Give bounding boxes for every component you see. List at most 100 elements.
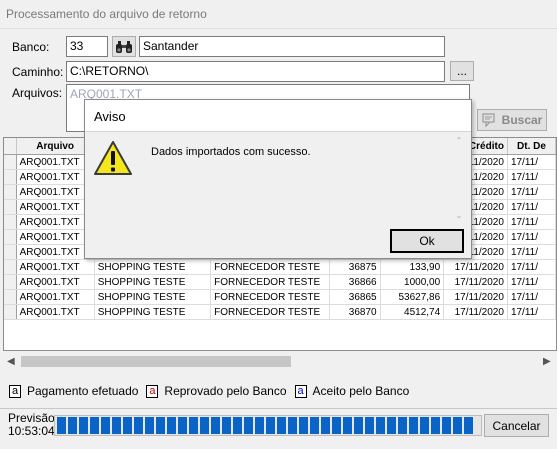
table-cell: FORNECEDOR TESTE [210, 304, 331, 320]
table-cell: 17/11/ [507, 259, 556, 275]
progress-segment [288, 417, 297, 434]
table-cell: FORNECEDOR TESTE [210, 289, 331, 305]
previsao-block: Previsão 10:53:04 [8, 412, 55, 438]
dialog-scroll-down-icon[interactable]: ⌄ [452, 211, 466, 220]
row-indicator[interactable] [4, 184, 17, 200]
progress-segment [233, 417, 242, 434]
dialog-body: Dados importados com sucesso. ⌃ ⌄ [85, 132, 471, 222]
cancel-button[interactable]: Cancelar [484, 414, 549, 437]
table-row[interactable]: ARQ001.TXT SHOPPING TESTE FORNECEDOR TESTE… [4, 304, 556, 320]
progress-segment [442, 417, 451, 434]
row-indicator[interactable] [4, 229, 17, 245]
table-cell: SHOPPING TESTE [94, 304, 212, 320]
progress-segment [101, 417, 110, 434]
progress-segment [299, 417, 308, 434]
legend-list: a Pagamento efetuado a Reprovado pelo Banco… [3, 384, 409, 398]
table-cell: ARQ001.TXT [16, 169, 95, 185]
progress-segment [79, 417, 88, 434]
table-cell: 17/11/ [507, 154, 556, 170]
table-cell: 133,90 [380, 259, 445, 275]
grid-header-dt-de[interactable]: Dt. De [507, 138, 556, 155]
table-cell: 17/11/ [507, 244, 556, 260]
progress-segment [376, 417, 385, 434]
table-cell: 1000,00 [380, 274, 445, 290]
table-row[interactable]: ARQ001.TXT SHOPPING TESTE FORNECEDOR TESTE… [4, 274, 556, 290]
ok-button[interactable]: Ok [390, 229, 464, 253]
progress-segment [321, 417, 330, 434]
progress-segment [178, 417, 187, 434]
table-cell: ARQ001.TXT [16, 184, 95, 200]
status-legend: a Pagamento efetuado a Reprovado pelo Banco… [3, 378, 557, 404]
progress-segment [189, 417, 198, 434]
scroll-right-icon[interactable]: ▶ [543, 356, 551, 367]
progress-segment [453, 417, 462, 434]
browse-button[interactable]: ... [450, 61, 474, 81]
progress-segment [57, 417, 66, 434]
legend-item: a Aceito pelo Banco [294, 384, 410, 398]
progress-bar [54, 415, 482, 436]
table-cell: 36870 [329, 304, 381, 320]
progress-segment [90, 417, 99, 434]
progress-segment [145, 417, 154, 434]
scrollbar-thumb[interactable] [21, 356, 291, 367]
progress-segment [277, 417, 286, 434]
scroll-left-icon[interactable]: ◀ [7, 356, 15, 367]
table-cell: SHOPPING TESTE [94, 274, 212, 290]
table-cell: 53627,86 [380, 289, 445, 305]
row-indicator[interactable] [4, 199, 17, 215]
window-title: Processamento do arquivo de retorno [6, 7, 207, 21]
row-indicator[interactable] [4, 289, 17, 305]
row-indicator[interactable] [4, 214, 17, 230]
banco-code-input[interactable]: 33 [66, 36, 108, 57]
warning-icon [94, 141, 132, 175]
legend-label: Aceito pelo Banco [312, 384, 410, 398]
arquivos-label: Arquivos: [12, 86, 63, 100]
progress-segment [354, 417, 363, 434]
progress-segment [387, 417, 396, 434]
binoculars-icon [116, 40, 132, 53]
table-cell: ARQ001.TXT [16, 259, 95, 275]
grid-header-arquivo[interactable]: Arquivo [16, 138, 95, 155]
table-cell: ARQ001.TXT [16, 304, 95, 320]
row-indicator[interactable] [4, 169, 17, 185]
progress-segment [200, 417, 209, 434]
progress-segment [266, 417, 275, 434]
progress-segment [332, 417, 341, 434]
table-cell: ARQ001.TXT [16, 199, 95, 215]
table-cell: 4512,74 [380, 304, 445, 320]
table-cell: SHOPPING TESTE [94, 259, 212, 275]
progress-segment [134, 417, 143, 434]
dialog-scrollbar[interactable]: ⌃ ⌄ [452, 136, 466, 220]
row-indicator[interactable] [4, 274, 17, 290]
table-cell: 17/11/ [507, 229, 556, 245]
table-cell: 36875 [329, 259, 381, 275]
progress-segment [167, 417, 176, 434]
row-indicator[interactable] [4, 154, 17, 170]
dialog-titlebar: Aviso [85, 100, 471, 132]
legend-item: a Pagamento efetuado [9, 384, 138, 398]
table-cell: ARQ001.TXT [16, 214, 95, 230]
dialog-scroll-up-icon[interactable]: ⌃ [452, 136, 466, 145]
table-cell: 17/11/2020 [443, 259, 508, 275]
buscar-label: Buscar [501, 113, 543, 127]
grid-horizontal-scrollbar[interactable]: ◀ ▶ [3, 353, 557, 370]
progress-segment [409, 417, 418, 434]
table-cell: 17/11/ [507, 199, 556, 215]
legend-swatch: a [9, 384, 21, 398]
table-cell: 17/11/2020 [443, 274, 508, 290]
banco-label: Banco: [12, 40, 50, 54]
row-indicator[interactable] [4, 304, 17, 320]
legend-swatch: a [294, 384, 307, 398]
buscar-button[interactable]: Buscar [477, 109, 547, 131]
table-row[interactable]: ARQ001.TXT SHOPPING TESTE FORNECEDOR TESTE… [4, 289, 556, 305]
row-indicator[interactable] [4, 259, 17, 275]
buscar-icon [482, 113, 495, 127]
table-cell: 17/11/ [507, 169, 556, 185]
table-cell: ARQ001.TXT [16, 229, 95, 245]
binoculars-search-button[interactable] [112, 36, 136, 57]
table-row[interactable]: ARQ001.TXT SHOPPING TESTE FORNECEDOR TESTE… [4, 259, 556, 275]
aviso-dialog: Aviso Dados importados com sucesso. ⌃ ⌄ … [84, 99, 472, 259]
caminho-input[interactable]: C:\RETORNO\ [66, 61, 445, 82]
row-indicator[interactable] [4, 244, 17, 260]
table-cell: 17/11/ [507, 184, 556, 200]
